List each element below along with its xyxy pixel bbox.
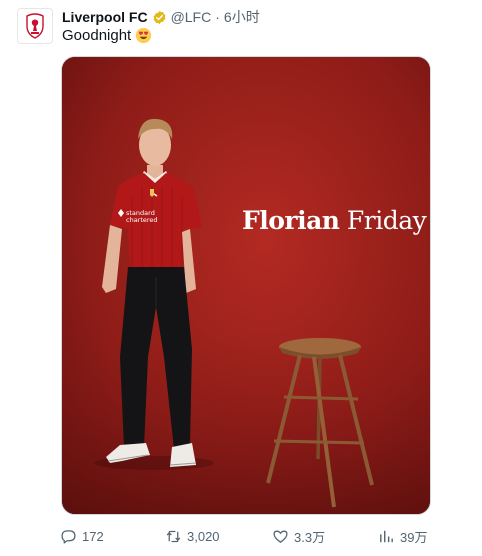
image-overlay-title: Florian Friday [242,206,427,235]
reply-button[interactable]: 172 [60,526,104,546]
verified-badge-icon [152,10,167,25]
retweet-icon [166,530,181,542]
reply-count: 172 [82,528,104,544]
lfc-crest-icon [26,13,44,39]
heart-eyes-emoji-icon [135,27,152,44]
tweet-actions: 172 3,020 3.3万 39万 [60,526,470,546]
tweet-image[interactable]: standard chartered Florian Friday [61,56,431,515]
photo-scene: standard chartered [62,57,430,514]
author-handle[interactable]: @LFC [171,9,212,25]
tweet-header: Liverpool FC @LFC · 6小时 [62,8,472,26]
like-count: 3.3万 [294,529,326,545]
tweet-text: Goodnight [62,27,152,44]
like-icon [273,530,288,543]
views-count: 39万 [400,529,428,545]
overlay-word-friday: Friday [346,206,427,235]
tweet[interactable]: Liverpool FC @LFC · 6小时 Goodnight standa… [0,0,482,556]
views-icon [380,530,393,542]
overlay-word-florian: Florian [242,206,340,235]
timestamp[interactable]: 6小时 [224,7,260,27]
avatar[interactable] [17,8,53,44]
retweet-count: 3,020 [187,528,220,544]
shirt-sponsor-line2: chartered [126,216,158,224]
retweet-button[interactable]: 3,020 [165,526,220,546]
tweet-text-body: Goodnight [62,27,132,44]
separator-dot: · [215,9,220,25]
views-button[interactable]: 39万 [378,526,427,546]
like-button[interactable]: 3.3万 [272,526,325,546]
author-name[interactable]: Liverpool FC [62,9,148,25]
reply-icon [61,529,76,544]
